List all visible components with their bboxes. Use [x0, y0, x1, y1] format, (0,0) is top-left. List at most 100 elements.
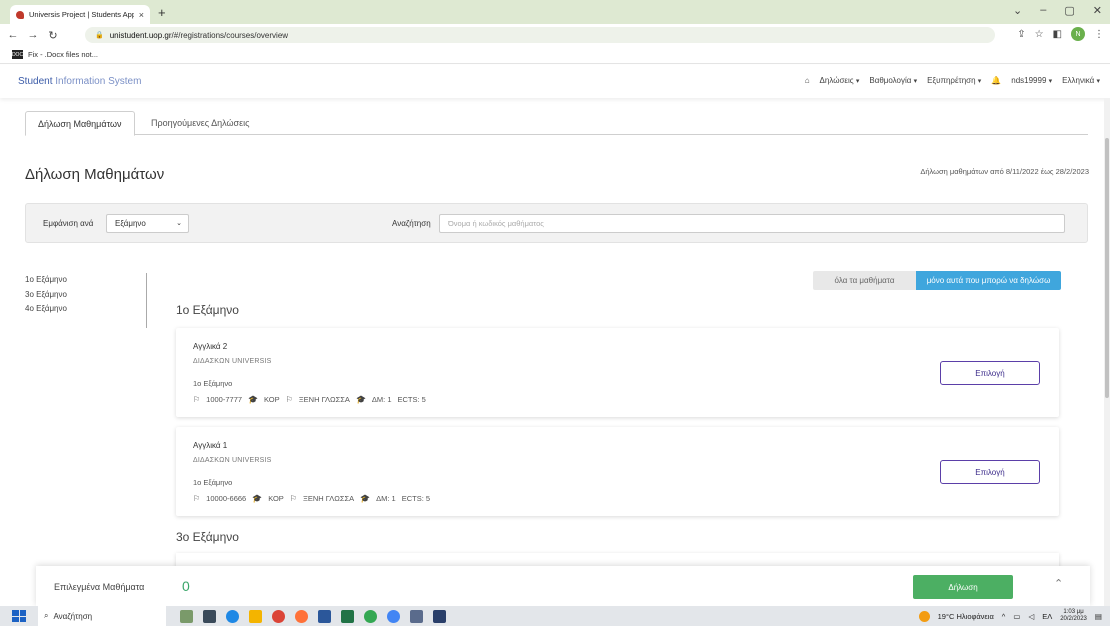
file-explorer-icon[interactable] — [249, 609, 262, 623]
section-heading: 1ο Εξάμηνο — [176, 303, 239, 317]
chrome-icon[interactable] — [272, 609, 285, 623]
course-meta: ⚐ 10000-6666 🎓 ΚΟΡ ⚐ ΞΕΝΗ ΓΛΩΣΣΑ 🎓 ΔΜ: 1… — [193, 494, 430, 503]
user-menu[interactable]: nds19999 ▾ — [1011, 76, 1052, 85]
semester-link-1[interactable]: 1ο Εξάμηνο — [25, 273, 146, 288]
filter-panel: Εμφάνιση ανά Εξάμηνο ⌄ Αναζήτηση — [25, 203, 1088, 243]
bookmark-link[interactable]: Fix - .Docx files not... — [28, 50, 98, 59]
course-ects: ECTS: 5 — [397, 395, 426, 404]
course-category: ΞΕΝΗ ΓΛΩΣΣΑ — [302, 494, 355, 503]
bookmark-favicon-icon: DOC — [11, 50, 24, 59]
flag-icon: ⚐ — [193, 395, 201, 404]
show-by-select[interactable]: Εξάμηνο ⌄ — [106, 214, 189, 233]
course-teacher: ΔΙΔΑΣΚΩΝ UNIVERSIS — [193, 457, 272, 464]
browser-toolbar-right: ⇪ ☆ ◧ N ⋮ — [1017, 27, 1104, 41]
notifications-icon[interactable]: ▤ — [1095, 612, 1102, 621]
selected-courses-label: Επιλεγμένα Μαθήματα — [54, 582, 145, 592]
tab-close-icon[interactable]: × — [139, 10, 144, 20]
flag-icon: ⚐ — [285, 395, 293, 404]
all-courses-button[interactable]: όλα τα μαθήματα — [813, 271, 916, 290]
task-view-icon[interactable] — [203, 609, 216, 623]
course-code: 1000-7777 — [206, 395, 243, 404]
graduation-cap-icon: 🎓 — [360, 494, 371, 503]
nav-services[interactable]: Εξυπηρέτηση ▾ — [927, 76, 981, 85]
weather-text[interactable]: 19°C Ηλιοφάνεια — [938, 612, 994, 621]
clock[interactable]: 1:03 μμ 20/2/2023 — [1060, 609, 1087, 623]
chevron-down-icon[interactable]: ⌄ — [1013, 4, 1022, 17]
semester-nav: 1ο Εξάμηνο 3ο Εξάμηνο 4ο Εξάμηνο — [25, 273, 147, 328]
app-header: Student Information System ⌂ Δηλώσεις ▾ … — [0, 65, 1110, 98]
kebab-menu-icon[interactable]: ⋮ — [1094, 29, 1104, 40]
chevron-up-icon[interactable]: ⌃ — [1054, 577, 1063, 590]
network-icon[interactable]: ▭ — [1013, 612, 1020, 621]
app-icon[interactable] — [387, 609, 400, 623]
minimize-button[interactable]: – — [1040, 4, 1046, 17]
browser-tab[interactable]: Universis Project | Students Appl × — [10, 5, 150, 24]
back-arrow-icon[interactable]: ← — [6, 29, 20, 41]
registration-period: Δήλωση μαθημάτων από 8/11/2022 έως 28/2/… — [920, 167, 1089, 176]
close-window-button[interactable]: ✕ — [1093, 4, 1102, 17]
chrome-active-icon[interactable] — [364, 609, 377, 623]
semester-link-3[interactable]: 3ο Εξάμηνο — [25, 288, 146, 303]
site-favicon-icon — [16, 10, 24, 19]
forward-arrow-icon[interactable]: → — [26, 29, 40, 41]
url-field[interactable]: 🔒 unistudent.uop.gr/#/registrations/cour… — [85, 27, 995, 43]
course-ects: ECTS: 5 — [401, 494, 431, 503]
course-name: Αγγλικά 1 — [193, 441, 228, 450]
course-filter-toggle: όλα τα μαθήματα μόνο αυτά που μπορώ να δ… — [813, 271, 1061, 290]
taskbar-search[interactable]: ⌕ Αναζήτηση — [38, 606, 166, 626]
tab-course-registration[interactable]: Δήλωση Μαθημάτων — [25, 111, 135, 136]
window-controls: ⌄ – ▢ ✕ — [1013, 4, 1102, 17]
course-teacher: ΔΙΔΑΣΚΩΝ UNIVERSIS — [193, 358, 272, 365]
app-icon[interactable] — [433, 609, 446, 623]
search-input[interactable] — [439, 214, 1065, 233]
page-scrollbar[interactable] — [1104, 98, 1110, 606]
word-icon[interactable] — [318, 609, 331, 623]
windows-start-icon[interactable] — [12, 610, 26, 622]
semester-link-4[interactable]: 4ο Εξάμηνο — [25, 302, 146, 317]
course-type: ΚΟΡ — [264, 395, 280, 404]
course-card: Αγγλικά 2 ΔΙΔΑΣΚΩΝ UNIVERSIS 1ο Εξάμηνο … — [176, 328, 1059, 417]
excel-icon[interactable] — [341, 609, 354, 623]
page-tabs: Δήλωση Μαθημάτων Προηγούμενες Δηλώσεις — [25, 111, 1088, 136]
star-icon[interactable]: ☆ — [1035, 29, 1044, 40]
course-card: Αγγλικά 1 ΔΙΔΑΣΚΩΝ UNIVERSIS 1ο Εξάμηνο … — [176, 427, 1059, 516]
chevron-down-icon: ⌄ — [176, 220, 182, 227]
registrable-courses-button[interactable]: μόνο αυτά που μπορώ να δηλώσω — [916, 271, 1061, 290]
course-code: 10000-6666 — [206, 494, 247, 503]
selected-courses-bar: Επιλεγμένα Μαθήματα 0 Δήλωση ⌃ — [36, 566, 1090, 606]
firefox-icon[interactable] — [295, 609, 308, 623]
os-taskbar: ⌕ Αναζήτηση 19°C Ηλιοφάνεια ^ ▭ ◁ ΕΛ 1:0… — [0, 606, 1110, 626]
bell-icon[interactable]: 🔔 — [991, 76, 1001, 85]
graduation-cap-icon: 🎓 — [355, 395, 366, 404]
tray-chevron-icon[interactable]: ^ — [1002, 612, 1006, 621]
scrollbar-thumb[interactable] — [1105, 138, 1109, 398]
taskbar-app-icon[interactable] — [180, 609, 193, 623]
edge-icon[interactable] — [226, 609, 239, 623]
app-icon[interactable] — [410, 609, 423, 623]
flag-icon: ⚐ — [193, 494, 201, 503]
select-course-button[interactable]: Επιλογή — [940, 361, 1040, 385]
tab-previous-registrations[interactable]: Προηγούμενες Δηλώσεις — [139, 111, 261, 135]
profile-avatar[interactable]: N — [1071, 27, 1085, 41]
submit-registration-button[interactable]: Δήλωση — [913, 575, 1013, 599]
select-course-button[interactable]: Επιλογή — [940, 460, 1040, 484]
search-label: Αναζήτηση — [392, 219, 431, 228]
new-tab-button[interactable]: + — [158, 5, 166, 20]
restore-button[interactable]: ▢ — [1064, 4, 1074, 17]
nav-registrations[interactable]: Δηλώσεις ▾ — [820, 76, 860, 85]
sidepanel-icon[interactable]: ◧ — [1053, 29, 1062, 40]
course-meta: ⚐ 1000-7777 🎓 ΚΟΡ ⚐ ΞΕΝΗ ΓΛΩΣΣΑ 🎓 ΔΜ: 1 … — [193, 395, 426, 404]
url-text: unistudent.uop.gr/#/registrations/course… — [109, 30, 289, 40]
nav-grades[interactable]: Βαθμολογία ▾ — [869, 76, 917, 85]
top-nav: ⌂ Δηλώσεις ▾ Βαθμολογία ▾ Εξυπηρέτηση ▾ … — [805, 76, 1100, 85]
language-menu[interactable]: Ελληνικά ▾ — [1062, 76, 1100, 85]
volume-icon[interactable]: ◁ — [1028, 612, 1034, 621]
home-icon[interactable]: ⌂ — [805, 76, 810, 85]
share-icon[interactable]: ⇪ — [1017, 29, 1025, 40]
reload-icon[interactable]: ↻ — [46, 29, 60, 42]
course-category: ΞΕΝΗ ΓΛΩΣΣΑ — [298, 395, 350, 404]
brand-logo[interactable]: Student Information System — [18, 76, 141, 87]
course-type: ΚΟΡ — [268, 494, 284, 503]
course-units: ΔΜ: 1 — [376, 494, 396, 503]
input-language[interactable]: ΕΛ — [1042, 612, 1052, 621]
